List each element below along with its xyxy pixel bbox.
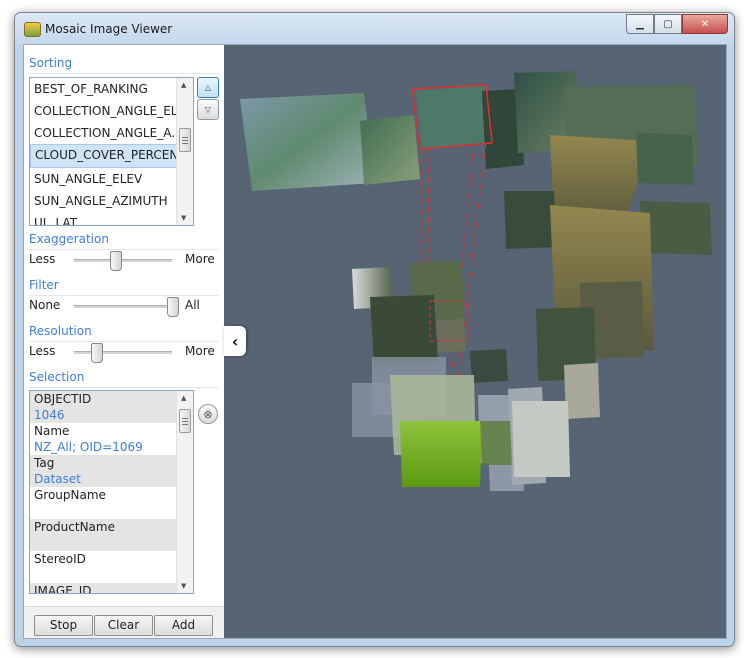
exaggeration-slider-thumb[interactable] (110, 251, 122, 271)
arrow-down-icon: ▽ (204, 105, 212, 114)
maximize-button[interactable]: ▢ (654, 14, 682, 34)
selection-label: Selection (29, 370, 85, 384)
image-tile[interactable] (370, 295, 438, 365)
filter-divider (29, 295, 219, 296)
app-icon (24, 22, 41, 37)
filter-label: Filter (29, 278, 59, 292)
client-area: Sorting BEST_OF_RANKING COLLECTION_ANGLE_… (23, 44, 727, 639)
field-name: StereoID (34, 552, 86, 566)
field-name: OBJECTID (34, 392, 92, 406)
selection-row[interactable]: ProductName (30, 519, 193, 551)
close-icon: ✕ (700, 18, 710, 30)
mosaic-footprints (240, 71, 712, 491)
exaggeration-min-label: Less (29, 252, 56, 266)
field-name: IMAGE_ID (34, 584, 92, 594)
add-button[interactable]: Add (154, 615, 213, 636)
resolution-max-label: More (185, 344, 215, 358)
window-title: Mosaic Image Viewer (45, 22, 173, 36)
selection-row[interactable]: IMAGE_ID (30, 583, 193, 594)
resolution-label: Resolution (29, 324, 92, 338)
sorting-item[interactable]: SUN_ANGLE_AZIMUTH (30, 190, 193, 212)
field-value: NZ_All; OID=1069 (34, 440, 143, 454)
image-tile[interactable] (360, 115, 420, 185)
sorting-list[interactable]: BEST_OF_RANKING COLLECTION_ANGLE_EL... COL… (29, 77, 194, 226)
scroll-thumb[interactable] (179, 409, 191, 433)
selection-grid[interactable]: OBJECTID 1046 Name NZ_All; OID=1069 Tag Datas… (29, 390, 194, 594)
sorting-item[interactable]: COLLECTION_ANGLE_EL... (30, 100, 193, 122)
action-bar: Stop Clear Add (24, 606, 224, 638)
scroll-thumb[interactable] (179, 128, 191, 152)
image-footprint[interactable] (480, 421, 512, 465)
arrow-up-icon: △ (204, 83, 212, 92)
clear-button[interactable]: Clear (94, 615, 153, 636)
filter-slider-thumb[interactable] (167, 297, 179, 317)
exaggeration-slider[interactable] (74, 259, 172, 262)
close-button[interactable]: ✕ (682, 14, 728, 34)
field-name: ProductName (34, 520, 115, 534)
move-up-button[interactable]: △ (197, 77, 219, 98)
exaggeration-divider (29, 249, 219, 250)
field-value: Dataset (34, 472, 81, 486)
filter-min-label: None (29, 298, 61, 312)
sorting-item[interactable]: BEST_OF_RANKING (30, 78, 193, 100)
selection-row[interactable]: GroupName (30, 487, 193, 519)
resolution-slider[interactable] (74, 351, 172, 354)
minimize-button[interactable]: ▁ (626, 14, 654, 34)
selection-scrollbar[interactable]: ▲ ▼ (176, 391, 193, 593)
scroll-down-icon[interactable]: ▼ (181, 214, 186, 222)
selection-row[interactable]: OBJECTID 1046 (30, 391, 193, 423)
sorting-item[interactable]: CLOUD_COVER_PERCENT (30, 144, 193, 168)
image-tile[interactable] (512, 401, 570, 477)
field-name: GroupName (34, 488, 106, 502)
resolution-min-label: Less (29, 344, 56, 358)
stop-button[interactable]: Stop (34, 615, 93, 636)
field-name: Name (34, 424, 70, 438)
filter-slider[interactable] (74, 305, 172, 308)
resolution-divider (29, 341, 219, 342)
selection-row[interactable]: Name NZ_All; OID=1069 (30, 423, 193, 455)
sorting-item[interactable]: UL_LAT (30, 212, 193, 225)
scroll-up-icon[interactable]: ▲ (181, 81, 186, 89)
image-tile[interactable] (436, 319, 466, 353)
minimize-icon: ▁ (636, 18, 644, 30)
chevron-left-icon: ‹ (231, 331, 239, 351)
collapse-panel-button[interactable]: ‹ (224, 326, 246, 356)
field-name: Tag (34, 456, 55, 470)
sorting-item[interactable]: COLLECTION_ANGLE_A... (30, 122, 193, 144)
resolution-slider-thumb[interactable] (91, 343, 103, 363)
selection-divider (29, 387, 219, 388)
scroll-up-icon[interactable]: ▲ (181, 394, 186, 402)
title-bar[interactable]: Mosaic Image Viewer ▁ ▢ ✕ (15, 13, 734, 45)
mosaic-3d-view[interactable] (224, 45, 726, 638)
image-tile[interactable] (564, 363, 600, 419)
sorting-item[interactable]: SUN_ANGLE_ELEV (30, 168, 193, 190)
scroll-down-icon[interactable]: ▼ (181, 582, 186, 590)
move-down-button[interactable]: ▽ (197, 99, 219, 120)
sorting-label: Sorting (29, 56, 73, 70)
maximize-icon: ▢ (663, 18, 673, 30)
exaggeration-max-label: More (185, 252, 215, 266)
highlighted-footprint[interactable] (400, 421, 482, 487)
exaggeration-label: Exaggeration (29, 232, 109, 246)
sorting-scrollbar[interactable]: ▲ ▼ (176, 78, 193, 225)
selection-row[interactable]: Tag Dataset (30, 455, 193, 487)
field-value: 1046 (34, 408, 65, 422)
sorting-divider (29, 73, 219, 74)
control-panel: Sorting BEST_OF_RANKING COLLECTION_ANGLE_… (24, 45, 224, 638)
image-tile[interactable] (636, 133, 694, 185)
filter-max-label: All (185, 298, 200, 312)
clear-selection-button[interactable]: ⊗ (198, 404, 218, 424)
image-tile[interactable] (240, 93, 374, 191)
selection-row[interactable]: StereoID (30, 551, 193, 583)
app-window: Mosaic Image Viewer ▁ ▢ ✕ Sorting BEST_O… (14, 12, 735, 647)
image-tile[interactable] (504, 191, 556, 249)
image-tile[interactable] (470, 349, 508, 383)
clear-selection-icon: ⊗ (203, 407, 213, 421)
